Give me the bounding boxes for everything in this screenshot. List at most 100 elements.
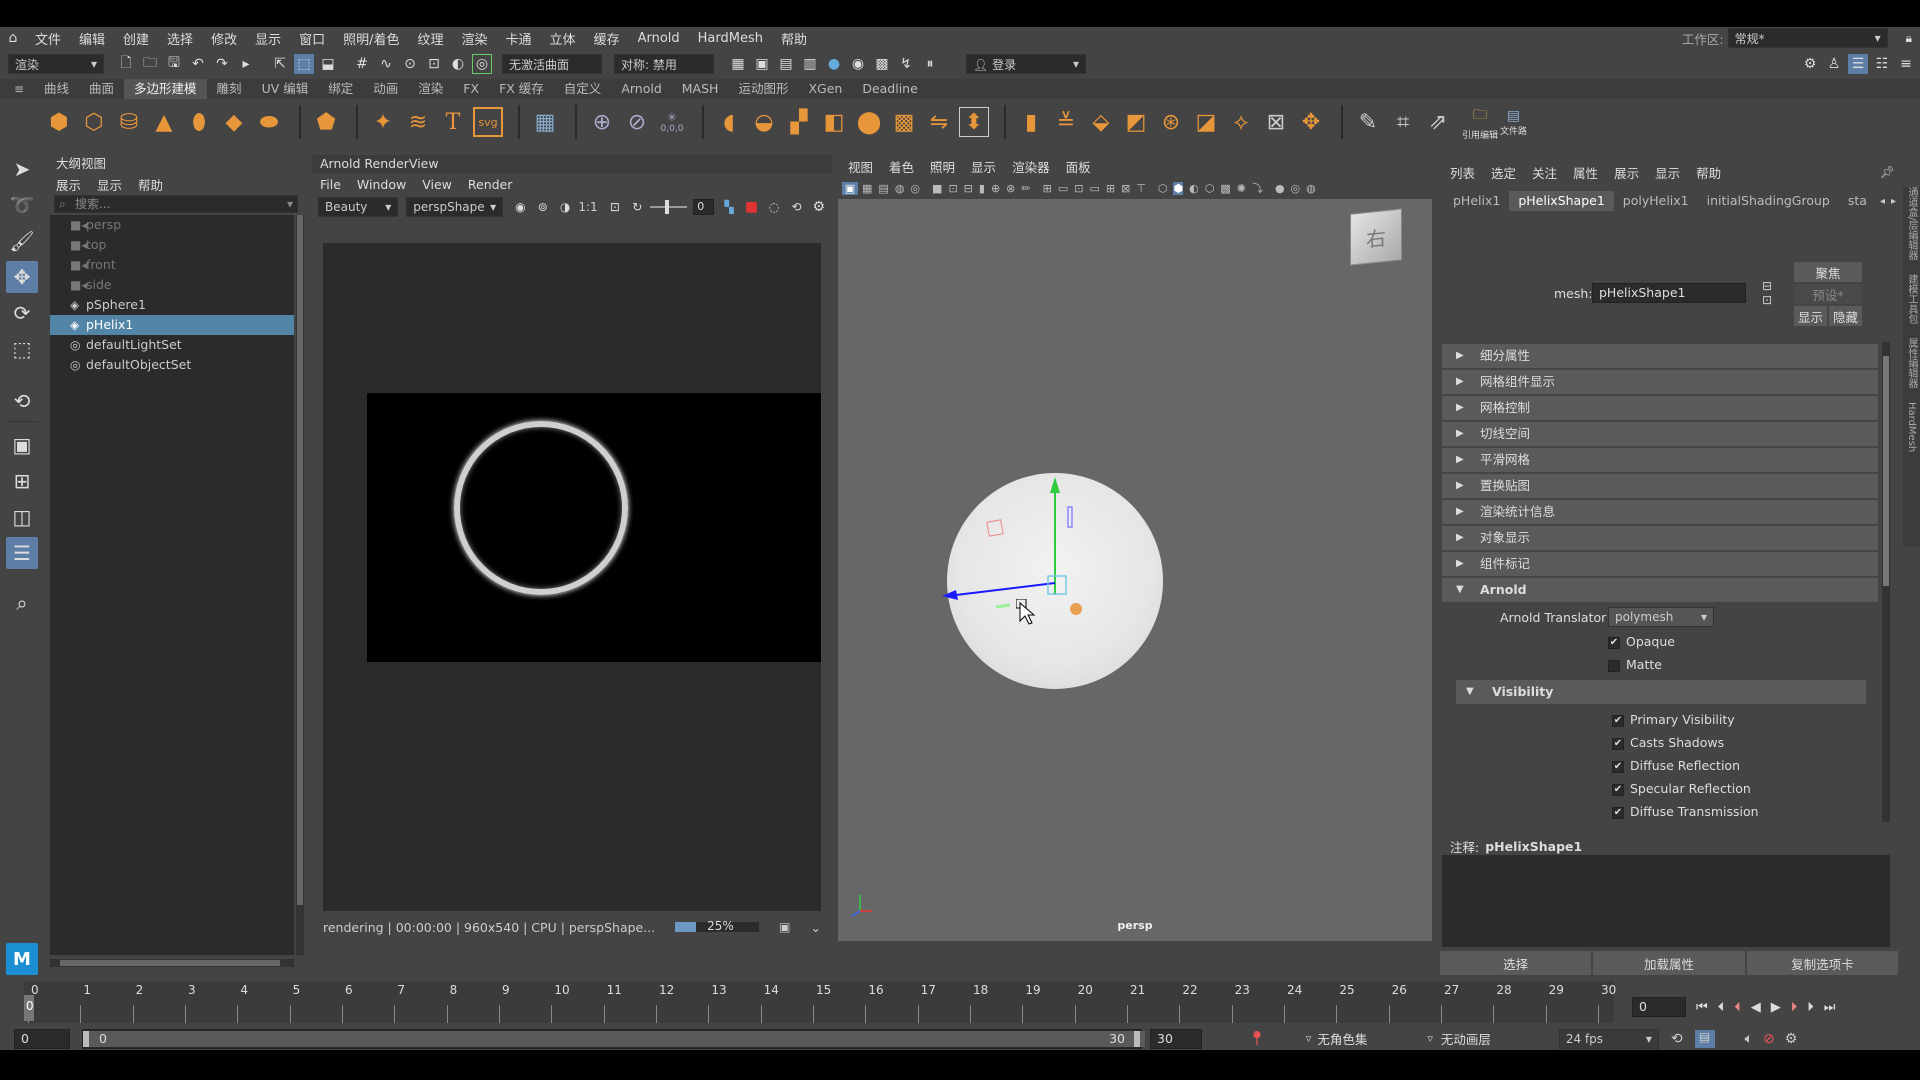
- arnold-ipr-icon[interactable]: ↯: [896, 54, 916, 74]
- attribute-tab[interactable]: initialShadingGroup: [1698, 191, 1839, 211]
- tab-scroll-right-icon[interactable]: ▸: [1891, 196, 1896, 207]
- ipr-refresh-icon[interactable]: ◌: [765, 197, 783, 217]
- menu-item[interactable]: 修改: [202, 29, 246, 48]
- attribute-scrollbar[interactable]: [1882, 342, 1890, 822]
- snap-curve-icon[interactable]: ∿: [376, 54, 396, 74]
- side-tab[interactable]: 建模工具包: [1906, 274, 1917, 324]
- menu-item[interactable]: 帮助: [772, 29, 816, 48]
- menu-item[interactable]: 卡通: [497, 29, 541, 48]
- shelf-tab[interactable]: 运动图形: [728, 79, 798, 99]
- lighting-icon[interactable]: ✺: [1237, 182, 1246, 195]
- viewport-scene[interactable]: 右 persp: [838, 199, 1432, 941]
- visibility-checkbox[interactable]: ✔: [1612, 760, 1624, 773]
- manipulator-pivot-handle[interactable]: [1070, 603, 1082, 615]
- panel-menu-item[interactable]: 显示: [89, 175, 130, 194]
- poly-sphere-icon[interactable]: ⬢: [44, 107, 74, 137]
- attribute-section[interactable]: ▶ 细分属性: [1442, 344, 1878, 368]
- panel-menu-item[interactable]: 展示: [48, 175, 89, 194]
- panel-menu-item[interactable]: View: [414, 177, 460, 192]
- motion-blur-icon[interactable]: ◎: [1291, 182, 1301, 195]
- mesh-name-field[interactable]: pHelixShape1: [1592, 283, 1746, 303]
- login-dropdown[interactable]: 👤︎ 登录 ▾: [966, 54, 1086, 74]
- center-pivot-icon[interactable]: ✳ 0,0,0: [657, 107, 687, 137]
- shaded-icon[interactable]: ⬢: [1173, 181, 1184, 195]
- section-arnold[interactable]: ▼ Arnold: [1442, 578, 1878, 602]
- exposure-field[interactable]: 0: [693, 199, 714, 215]
- outliner-layout-icon[interactable]: ☰: [6, 537, 38, 569]
- workspace-dropdown[interactable]: 常规* ▾: [1727, 28, 1888, 48]
- panel-menu-item[interactable]: 显示: [963, 157, 1004, 176]
- notes-textarea[interactable]: [1442, 855, 1890, 947]
- visibility-row[interactable]: ✔ Casts Shadows: [1442, 731, 1878, 754]
- panel-menu-item[interactable]: 着色: [881, 157, 922, 176]
- manipulator-green-handle[interactable]: [995, 603, 1011, 609]
- sweep-mesh-icon[interactable]: ≋: [403, 107, 433, 137]
- combine-icon[interactable]: ◖: [714, 107, 744, 137]
- panel-menu-item[interactable]: 列表: [1442, 163, 1483, 182]
- save-scene-icon[interactable]: 🖫: [164, 54, 184, 74]
- menu-item[interactable]: 立体: [541, 29, 585, 48]
- shelf-tab[interactable]: Deadline: [852, 79, 927, 99]
- shadows-icon[interactable]: ⤵: [1252, 180, 1263, 196]
- wire-on-shaded-icon[interactable]: ◐: [1189, 182, 1199, 195]
- auto-key-icon[interactable]: 📍︎: [1248, 1031, 1266, 1047]
- shelf-tab[interactable]: Arnold: [611, 79, 671, 99]
- side-tab[interactable]: 属性编辑器: [1906, 338, 1917, 388]
- poly-cube-icon[interactable]: ⬡: [79, 107, 109, 137]
- menu-item[interactable]: 创建: [114, 29, 158, 48]
- shelf-tab[interactable]: 曲面: [79, 79, 124, 99]
- xray-joints-icon[interactable]: ▩: [1220, 182, 1230, 195]
- opaque-row[interactable]: ✔ Opaque: [1442, 630, 1878, 653]
- bridge-icon[interactable]: ≚: [1051, 107, 1081, 137]
- select-camera-icon[interactable]: ▣: [842, 181, 858, 195]
- rotate-tool-icon[interactable]: ⟳: [6, 297, 38, 329]
- type-tool-icon[interactable]: T: [438, 107, 468, 137]
- snap-live-icon[interactable]: ◎: [472, 54, 492, 74]
- chevron-down-icon[interactable]: ⌄: [811, 920, 821, 935]
- range-slider-handle[interactable]: [85, 1030, 1145, 1047]
- visibility-checkbox[interactable]: ✔: [1612, 737, 1624, 750]
- manipulator-x-axis[interactable]: [955, 582, 1056, 596]
- poly-disc-icon[interactable]: ⬬: [254, 107, 284, 137]
- multicut-icon[interactable]: ⊠: [1261, 107, 1291, 137]
- menuset-dropdown[interactable]: 渲染 ▾: [8, 54, 104, 74]
- outliner-item[interactable]: ■◂ top: [50, 235, 294, 255]
- input-connection-icon[interactable]: ⊟: [1762, 279, 1772, 293]
- range-start-grip[interactable]: [83, 1030, 89, 1047]
- retopo-icon[interactable]: ⬍: [959, 107, 989, 137]
- alpha-channel-icon[interactable]: ⊚: [534, 197, 552, 217]
- reference-editor-button[interactable]: 🗀 引用编辑: [1462, 104, 1498, 141]
- select-hierarchy-icon[interactable]: ⇱: [270, 54, 290, 74]
- go-to-end-icon[interactable]: ⏭︎: [1824, 1000, 1836, 1015]
- gate-mask-icon[interactable]: ▭: [1089, 182, 1099, 195]
- panel-menu-item[interactable]: 视图: [840, 157, 881, 176]
- slide-edge-icon[interactable]: ⇗: [1423, 107, 1453, 137]
- arnold-render-icon[interactable]: ▩: [872, 54, 892, 74]
- shelf-tab[interactable]: UV 编辑: [252, 79, 319, 99]
- menu-item[interactable]: HardMesh: [689, 31, 772, 46]
- attribute-tab[interactable]: pHelix1: [1444, 191, 1509, 211]
- open-scene-icon[interactable]: 🗀: [140, 54, 160, 74]
- preset-button[interactable]: 预设*: [1794, 284, 1862, 304]
- range-end-field[interactable]: 30: [1150, 1028, 1202, 1049]
- viewcube[interactable]: 右: [1350, 208, 1402, 266]
- ratio-label[interactable]: 1:1: [578, 200, 597, 214]
- wireframe-shade-icon[interactable]: ⬡: [1158, 182, 1168, 195]
- bookmark-icon[interactable]: ▤: [878, 182, 888, 195]
- side-tab[interactable]: HardMesh: [1906, 402, 1917, 452]
- target-weld-icon[interactable]: ✥: [1296, 107, 1326, 137]
- platonic-solid-icon[interactable]: ⬟: [311, 107, 341, 137]
- snap-view-icon[interactable]: ⊡: [424, 54, 444, 74]
- opaque-checkbox[interactable]: ✔: [1608, 636, 1620, 649]
- attribute-section[interactable]: ▶ 切线空间: [1442, 422, 1878, 446]
- panel-menu-item[interactable]: Render: [460, 177, 521, 192]
- manipulator-xy-plane-handle[interactable]: [1067, 506, 1073, 528]
- attribute-bottom-button[interactable]: 加载属性: [1593, 951, 1745, 975]
- fps-dropdown[interactable]: 24 fps ▾: [1558, 1028, 1659, 1049]
- render-view-icon[interactable]: ▥: [800, 54, 820, 74]
- shelf-tab[interactable]: 渲染: [408, 79, 453, 99]
- snap-surface-icon[interactable]: ◐: [448, 54, 468, 74]
- move-tool-icon[interactable]: ✥: [6, 261, 38, 293]
- outliner-vscrollbar[interactable]: [296, 215, 304, 955]
- attribute-section[interactable]: ▶ 组件标记: [1442, 552, 1878, 576]
